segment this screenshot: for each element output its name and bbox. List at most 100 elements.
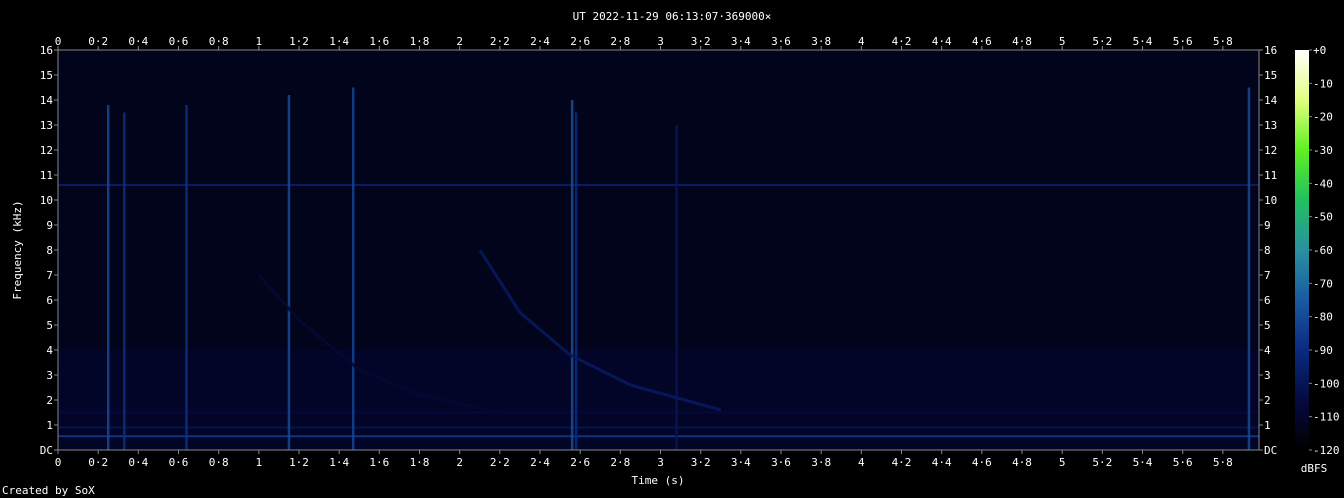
x-tick-label-bottom: 3·4	[731, 456, 751, 469]
x-tick-label-top: 4·6	[972, 35, 992, 48]
x-tick-label-bottom: 1·8	[410, 456, 430, 469]
x-tick-label-top: 4	[858, 35, 865, 48]
x-tick-label-bottom: 5·6	[1173, 456, 1193, 469]
x-tick-label-bottom: 1	[256, 456, 263, 469]
y-tick-label-right: 9	[1264, 219, 1271, 232]
x-tick-label-top: 3·2	[691, 35, 711, 48]
colorbar-tick-label: -120	[1313, 444, 1340, 457]
y-tick-label-right: 8	[1264, 244, 1271, 257]
x-tick-label-bottom: 2·2	[490, 456, 510, 469]
colorbar-gradient	[1295, 50, 1309, 450]
colorbar-tick-label: -80	[1313, 311, 1333, 324]
x-tick-label-bottom: 5·8	[1213, 456, 1233, 469]
y-tick-label-left: 4	[46, 344, 53, 357]
y-tick-label-left: 6	[46, 294, 53, 307]
y-tick-label-left: 13	[40, 119, 53, 132]
y-tick-label-left: 1	[46, 419, 53, 432]
y-axis-label: Frequency (kHz)	[11, 200, 24, 299]
x-tick-label-top: 0·8	[209, 35, 229, 48]
x-tick-label-bottom: 5	[1059, 456, 1066, 469]
y-tick-label-right: 14	[1264, 94, 1278, 107]
y-tick-label-right: DC	[1264, 444, 1277, 457]
x-tick-label-bottom: 5·2	[1092, 456, 1112, 469]
x-axis-label: Time (s)	[632, 474, 685, 487]
x-tick-label-top: 5·8	[1213, 35, 1233, 48]
y-tick-label-right: 1	[1264, 419, 1271, 432]
y-tick-label-left: 15	[40, 69, 53, 82]
colorbar-tick-label: +0	[1313, 44, 1326, 57]
spectrogram-chart: UT 2022-11-29 06:13:07·369000× 0 0 0·2 0·2 0…	[11, 10, 1340, 487]
x-tick-label-top: 5·2	[1092, 35, 1112, 48]
x-tick-label-top: 3·8	[811, 35, 831, 48]
colorbar-tick-label: -10	[1313, 77, 1333, 90]
x-tick-label-bottom: 1·6	[369, 456, 389, 469]
y-tick-label-left: 3	[46, 369, 53, 382]
x-tick-label-bottom: 3·2	[691, 456, 711, 469]
x-tick-label-bottom: 4·6	[972, 456, 992, 469]
x-tick-label-bottom: 1·2	[289, 456, 309, 469]
x-tick-label-bottom: 2·6	[570, 456, 590, 469]
x-tick-label-bottom: 3·6	[771, 456, 791, 469]
x-tick-label-bottom: 1·4	[329, 456, 349, 469]
x-tick-label-bottom: 3	[657, 456, 664, 469]
x-tick-label-top: 1·6	[369, 35, 389, 48]
colorbar-tick-label: -90	[1313, 344, 1333, 357]
x-tick-label-top: 0·2	[88, 35, 108, 48]
x-tick-label-top: 5	[1059, 35, 1066, 48]
colorbar-tick-label: -60	[1313, 244, 1333, 257]
y-tick-label-left: 11	[40, 169, 53, 182]
y-tick-label-right: 6	[1264, 294, 1271, 307]
colorbar-tick-label: -110	[1313, 411, 1340, 424]
x-tick-label-bottom: 5·4	[1133, 456, 1153, 469]
y-tick-label-left: 14	[40, 94, 54, 107]
y-tick-label-right: 10	[1264, 194, 1277, 207]
x-tick-label-top: 5·6	[1173, 35, 1193, 48]
x-tick-label-bottom: 2·8	[610, 456, 630, 469]
y-tick-label-right: 11	[1264, 169, 1277, 182]
colorbar-tick-label: -100	[1313, 377, 1340, 390]
x-tick-label-top: 1·4	[329, 35, 349, 48]
x-tick-label-top: 2·8	[610, 35, 630, 48]
y-tick-label-right: 2	[1264, 394, 1271, 407]
colorbar-tick-label: -50	[1313, 211, 1333, 224]
x-tick-label-bottom: 0·6	[169, 456, 189, 469]
x-tick-label-top: 2	[456, 35, 463, 48]
y-tick-label-right: 13	[1264, 119, 1277, 132]
colorbar-tick-label: -20	[1313, 111, 1333, 124]
x-tick-label-bottom: 3·8	[811, 456, 831, 469]
x-tick-label-top: 2·2	[490, 35, 510, 48]
x-tick-label-top: 0	[55, 35, 62, 48]
x-tick-label-bottom: 4·8	[1012, 456, 1032, 469]
colorbar-tick-label: -30	[1313, 144, 1333, 157]
y-tick-label-left: 7	[46, 269, 53, 282]
x-tick-label-bottom: 2	[456, 456, 463, 469]
x-tick-label-top: 0·6	[169, 35, 189, 48]
y-tick-label-left: DC	[40, 444, 53, 457]
x-tick-label-bottom: 0·2	[88, 456, 108, 469]
y-tick-label-right: 3	[1264, 369, 1271, 382]
x-tick-label-top: 4·4	[932, 35, 952, 48]
x-tick-label-top: 4·8	[1012, 35, 1032, 48]
y-tick-label-left: 9	[46, 219, 53, 232]
x-tick-label-bottom: 0	[55, 456, 62, 469]
y-tick-label-left: 12	[40, 144, 53, 157]
x-tick-label-top: 3·6	[771, 35, 791, 48]
x-tick-label-top: 1	[256, 35, 263, 48]
x-tick-label-top: 2·6	[570, 35, 590, 48]
x-tick-label-top: 1·8	[410, 35, 430, 48]
y-tick-label-right: 5	[1264, 319, 1271, 332]
colorbar: +0 -10 -20 -30 -40 -50 -60 -70 -80 -90 -100 -110 -12…	[1295, 44, 1340, 457]
x-tick-label-bottom: 4	[858, 456, 865, 469]
y-tick-label-right: 7	[1264, 269, 1271, 282]
colorbar-tick-label: -40	[1313, 177, 1333, 190]
x-tick-label-bottom: 2·4	[530, 456, 550, 469]
x-tick-label-bottom: 0·4	[128, 456, 148, 469]
y-tick-label-left: 16	[40, 44, 53, 57]
low-frequency-noise	[58, 350, 1259, 450]
x-tick-label-top: 3	[657, 35, 664, 48]
credit-text: Created by SoX	[2, 484, 95, 497]
chart-title: UT 2022-11-29 06:13:07·369000×	[573, 10, 772, 23]
y-tick-label-left: 5	[46, 319, 53, 332]
y-tick-label-left: 10	[40, 194, 53, 207]
colorbar-label: dBFS	[1301, 462, 1328, 475]
